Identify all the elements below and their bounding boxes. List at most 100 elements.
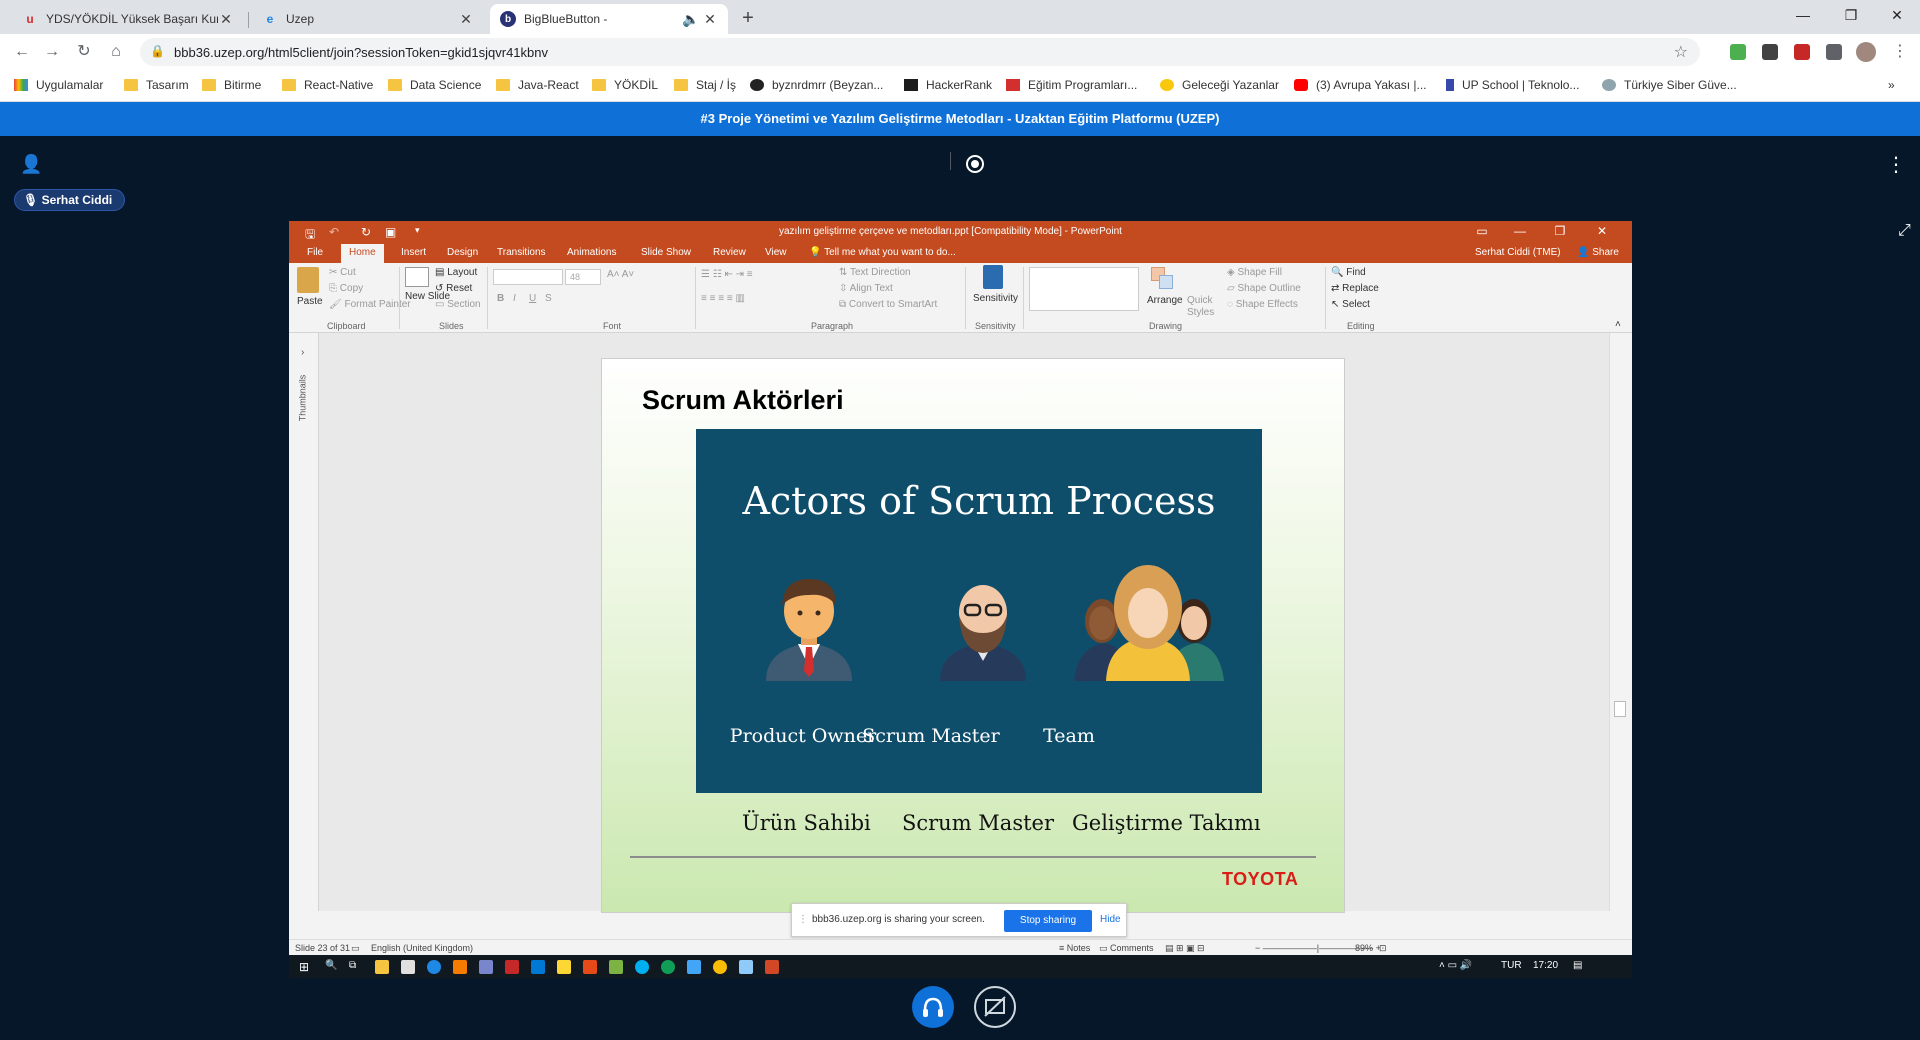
- bookmark-folder[interactable]: Java-React: [496, 78, 579, 92]
- bullets-icon[interactable]: ☰ ☷ ⇤ ⇥ ≡: [701, 269, 753, 280]
- shape-outline-button[interactable]: ▱ Shape Outline: [1227, 283, 1301, 294]
- bookmark-folder[interactable]: Bitirme: [202, 78, 261, 92]
- back-icon[interactable]: ←: [12, 42, 32, 62]
- home-icon[interactable]: ⌂: [106, 42, 126, 62]
- task-view-icon[interactable]: ⧉: [349, 960, 356, 971]
- shield-extension-icon[interactable]: [1730, 44, 1746, 60]
- undo-icon[interactable]: ↶: [329, 225, 339, 239]
- edge-icon[interactable]: [427, 960, 441, 974]
- share-button[interactable]: 👤 Share: [1577, 247, 1619, 258]
- view-buttons[interactable]: ▤ ⊞ ▣ ⊟: [1165, 943, 1205, 954]
- tab-animations[interactable]: Animations: [567, 247, 616, 258]
- ppt-close-button[interactable]: ✕: [1587, 224, 1617, 238]
- bookmark-siber[interactable]: Türkiye Siber Güve...: [1602, 78, 1737, 92]
- find-button[interactable]: 🔍 Find: [1331, 267, 1366, 278]
- fullscreen-icon[interactable]: ⤢: [1898, 222, 1911, 240]
- italic-button[interactable]: I: [513, 293, 516, 304]
- speaker-icon[interactable]: 🔈: [680, 11, 702, 28]
- restore-button[interactable]: ❐: [1828, 0, 1874, 34]
- arrange-button[interactable]: Arrange: [1147, 295, 1183, 306]
- align-text-button[interactable]: ⇳ Align Text: [839, 283, 893, 294]
- store-icon[interactable]: [401, 960, 415, 974]
- user-list-toggle-icon[interactable]: 👤: [20, 154, 42, 175]
- app-icon[interactable]: [557, 960, 571, 974]
- collapse-ribbon-icon[interactable]: ˄: [1615, 319, 1621, 330]
- reload-icon[interactable]: ↻: [74, 42, 94, 62]
- tab-bigbluebutton[interactable]: b BigBlueButton - 🔈 ✕: [490, 4, 728, 34]
- font-name-box[interactable]: [493, 269, 563, 285]
- ribbon-display-icon[interactable]: ▭: [1467, 224, 1497, 238]
- sensitivity-icon[interactable]: [983, 265, 1003, 289]
- windows-start-icon[interactable]: ⊞: [299, 960, 309, 974]
- shapes-gallery[interactable]: [1029, 267, 1139, 311]
- minimize-button[interactable]: —: [1780, 0, 1826, 34]
- tab-view[interactable]: View: [765, 247, 787, 258]
- profile-avatar[interactable]: [1856, 42, 1876, 62]
- language-indicator[interactable]: English (United Kingdom): [371, 943, 473, 953]
- extension-icon[interactable]: [1794, 44, 1810, 60]
- app-icon[interactable]: [687, 960, 701, 974]
- close-window-button[interactable]: ✕: [1874, 0, 1920, 34]
- new-slide-icon[interactable]: [405, 267, 429, 287]
- underline-button[interactable]: U: [529, 293, 536, 304]
- app-icon[interactable]: [453, 960, 467, 974]
- notification-icon[interactable]: ▤: [1573, 960, 1582, 971]
- tab-review[interactable]: Review: [713, 247, 746, 258]
- drag-handle-icon[interactable]: ⋮: [798, 914, 808, 925]
- quick-styles-button[interactable]: Quick Styles: [1187, 295, 1227, 319]
- vertical-scrollbar[interactable]: [1609, 333, 1632, 911]
- bookmark-apps[interactable]: Uygulamalar: [14, 78, 103, 92]
- reset-button[interactable]: ↺ Reset: [435, 283, 472, 294]
- bookmark-star-icon[interactable]: ☆: [1674, 42, 1688, 62]
- bold-button[interactable]: B: [497, 293, 504, 304]
- clock[interactable]: 17:20: [1533, 960, 1558, 971]
- bookmark-folder[interactable]: Data Science: [388, 78, 481, 92]
- arrange-icon[interactable]: [1151, 267, 1173, 289]
- filezilla-icon[interactable]: [505, 960, 519, 974]
- screen-share-button[interactable]: [974, 986, 1016, 1028]
- new-tab-button[interactable]: +: [736, 6, 760, 30]
- search-icon[interactable]: 🔍: [325, 960, 337, 971]
- talking-indicator[interactable]: 🎙 Serhat Ciddi: [14, 189, 126, 211]
- skype-icon[interactable]: [635, 960, 649, 974]
- tab-transitions[interactable]: Transitions: [497, 247, 546, 258]
- close-icon[interactable]: ✕: [218, 11, 234, 28]
- slideshow-icon[interactable]: ▣: [385, 225, 396, 239]
- bookmark-upschool[interactable]: UP School | Teknolo...: [1446, 78, 1579, 92]
- tab-insert[interactable]: Insert: [401, 247, 426, 258]
- menu-dots-icon[interactable]: ⋮: [1890, 42, 1910, 62]
- extension-icon[interactable]: [1762, 44, 1778, 60]
- comments-button[interactable]: ▭ Comments: [1099, 943, 1154, 954]
- address-bar[interactable]: 🔒 bbb36.uzep.org/html5client/join?sessio…: [140, 38, 1700, 66]
- section-button[interactable]: ▭ Section: [435, 299, 481, 310]
- bookmark-youtube[interactable]: (3) Avrupa Yakası |...: [1294, 78, 1427, 92]
- ppt-minimize-button[interactable]: —: [1505, 224, 1535, 238]
- cut-button[interactable]: ✂ Cut: [329, 267, 356, 278]
- chrome-icon[interactable]: [713, 960, 727, 974]
- bookmark-gelecegi-yazanlar[interactable]: Geleceği Yazanlar: [1160, 78, 1279, 92]
- redo-icon[interactable]: ↻: [361, 225, 371, 239]
- app-icon[interactable]: [739, 960, 753, 974]
- scroll-thumb[interactable]: [1614, 701, 1626, 717]
- slide-canvas[interactable]: Scrum Aktörleri Actors of Scrum Process: [601, 358, 1345, 913]
- shadow-button[interactable]: S: [545, 293, 552, 304]
- forward-icon[interactable]: →: [42, 42, 62, 62]
- customize-qat-icon[interactable]: ▾: [415, 225, 420, 236]
- tab-home[interactable]: Home: [341, 244, 384, 263]
- account-name[interactable]: Serhat Ciddi (TME): [1475, 247, 1561, 258]
- zoom-level[interactable]: 89%: [1355, 943, 1373, 953]
- powerpoint-icon[interactable]: [765, 960, 779, 974]
- expand-thumbnails-icon[interactable]: ›: [301, 347, 304, 358]
- replace-button[interactable]: ⇄ Replace: [1331, 283, 1379, 294]
- tab-slideshow[interactable]: Slide Show: [641, 247, 691, 258]
- fit-slide-icon[interactable]: ⊡: [1379, 943, 1387, 954]
- notes-button[interactable]: ≡ Notes: [1059, 943, 1090, 953]
- tray-icons[interactable]: ˄ ▭ 🔊: [1439, 960, 1472, 971]
- app-icon[interactable]: [479, 960, 493, 974]
- align-icons[interactable]: ≡ ≡ ≡ ≡ ▥: [701, 293, 745, 304]
- audio-headphones-button[interactable]: [912, 986, 954, 1028]
- paste-button[interactable]: Paste: [297, 296, 323, 307]
- font-grow-shrink-icon[interactable]: A˄ A˅: [607, 269, 634, 280]
- puzzle-icon[interactable]: [1826, 44, 1842, 60]
- bookmark-folder[interactable]: Staj / İş: [674, 78, 736, 92]
